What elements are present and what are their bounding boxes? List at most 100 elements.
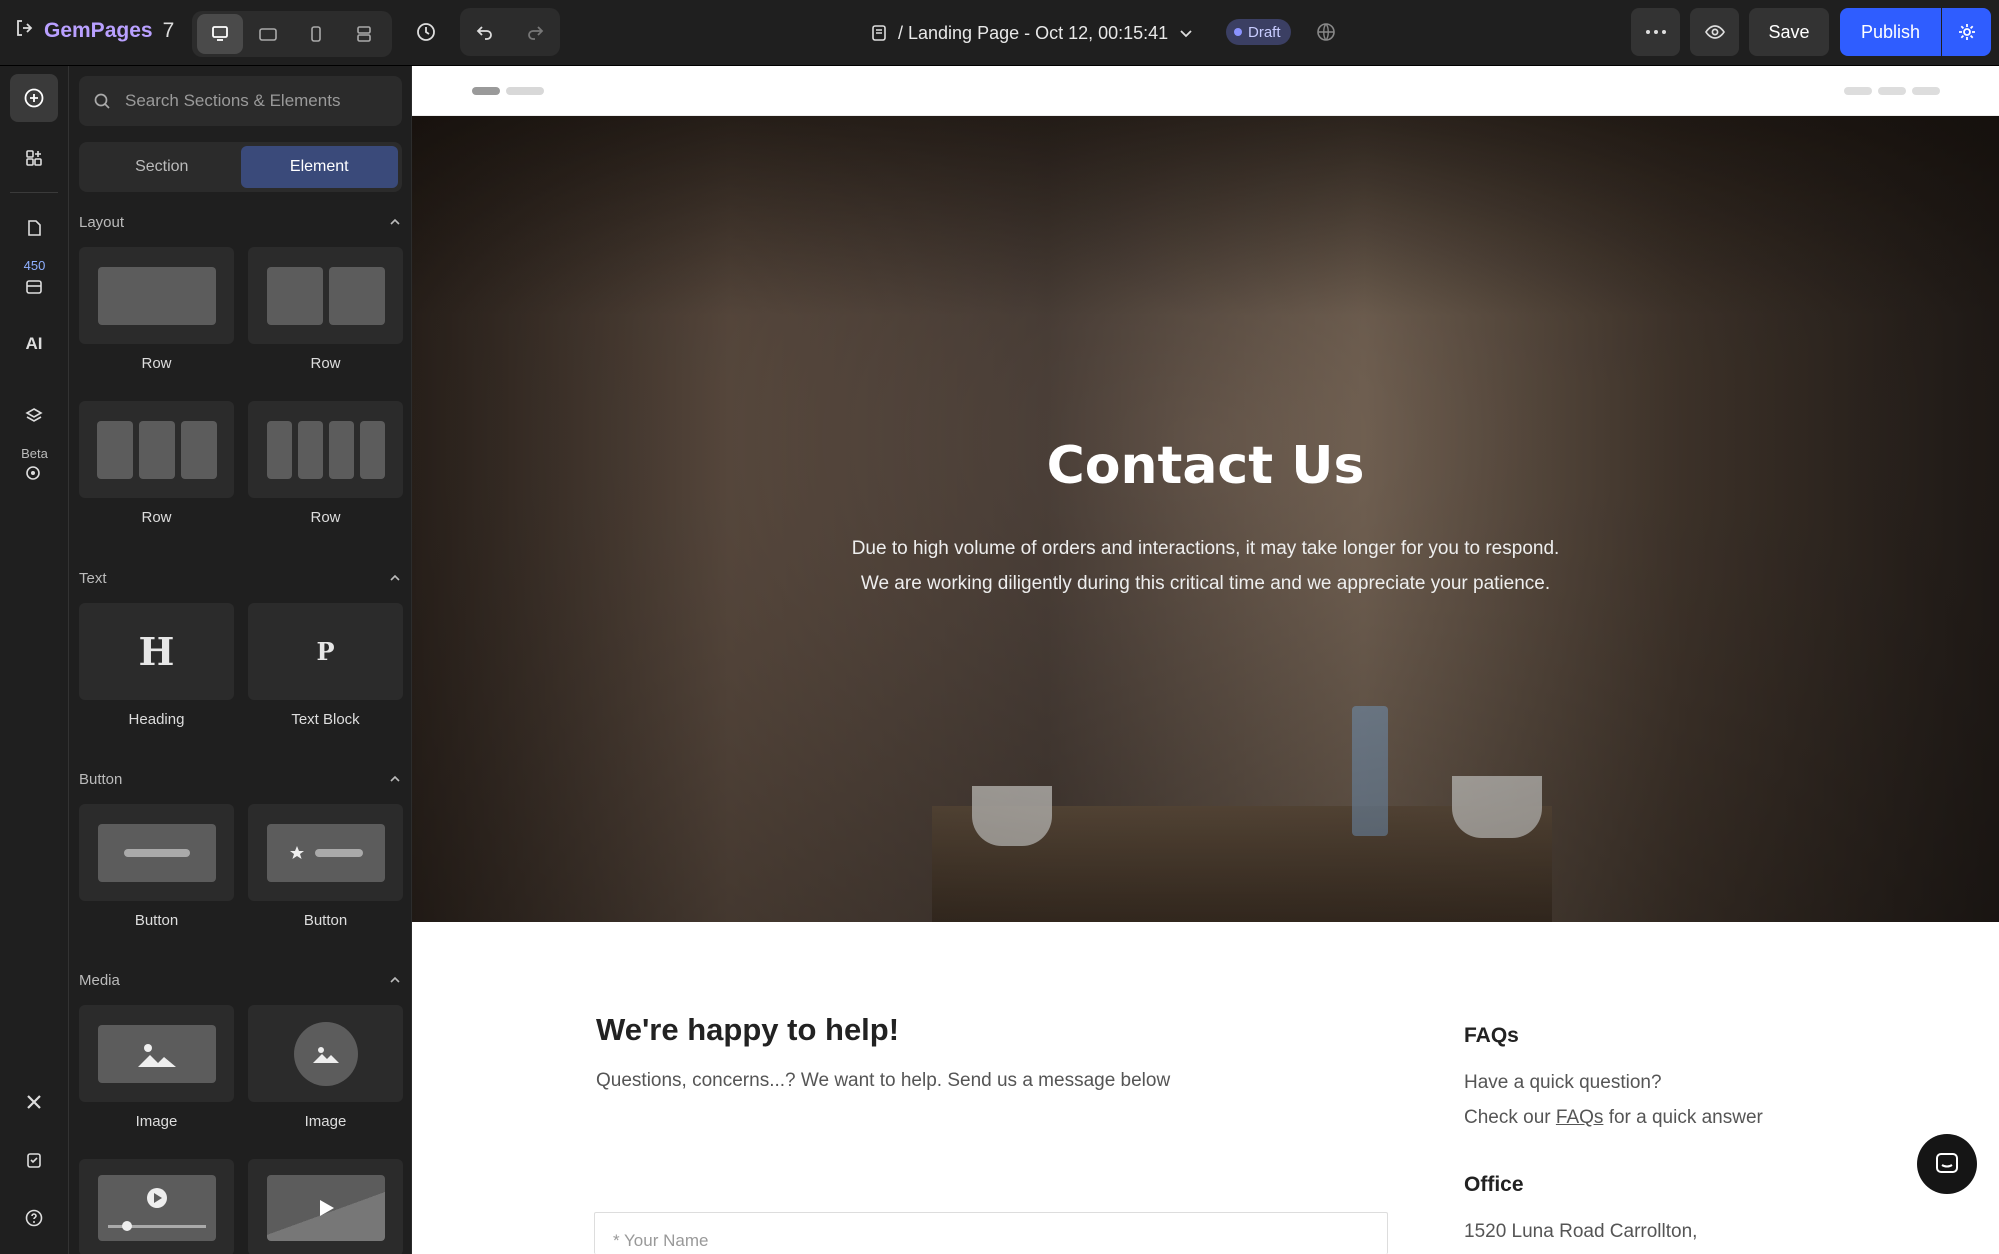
search-input[interactable]: Search Sections & Elements bbox=[125, 91, 340, 111]
nav-placeholder bbox=[1878, 87, 1906, 95]
hero-title[interactable]: Contact Us bbox=[412, 436, 1999, 496]
logo-placeholder bbox=[472, 87, 500, 95]
office-heading[interactable]: Office bbox=[1464, 1173, 1524, 1197]
element-label: Image bbox=[304, 1113, 347, 1130]
row-2col-preview-a bbox=[266, 266, 323, 325]
pages-icon[interactable] bbox=[10, 204, 58, 252]
element-label: Row bbox=[310, 355, 341, 372]
row-3col-preview-a bbox=[96, 420, 133, 479]
preview-button[interactable] bbox=[1690, 8, 1739, 56]
hero-overlay bbox=[412, 116, 1999, 922]
page-selector[interactable]: / Landing Page - Oct 12, 00:15:41 bbox=[870, 16, 1194, 50]
section-layout-icon[interactable] bbox=[341, 14, 387, 54]
element-label: Row bbox=[141, 509, 172, 526]
exit-icon[interactable] bbox=[14, 18, 34, 44]
add-element-icon[interactable] bbox=[10, 74, 58, 122]
nav-placeholder bbox=[1844, 87, 1872, 95]
element-label: Image bbox=[135, 1113, 178, 1130]
name-field[interactable]: * Your Name bbox=[594, 1212, 1388, 1254]
chat-launcher-button[interactable] bbox=[1917, 1134, 1977, 1194]
heading-element[interactable]: H bbox=[79, 603, 234, 700]
eye-icon bbox=[1704, 25, 1725, 39]
row-4col-element[interactable] bbox=[248, 401, 403, 498]
target-icon[interactable] bbox=[10, 450, 58, 498]
button-preview bbox=[97, 823, 216, 882]
image-icon bbox=[137, 1043, 176, 1067]
faq-heading[interactable]: FAQs bbox=[1464, 1024, 1519, 1048]
hero-text-line-1[interactable]: Due to high volume of orders and interac… bbox=[412, 538, 1999, 560]
category-button[interactable]: Button bbox=[79, 765, 402, 793]
row-3col-element[interactable] bbox=[79, 401, 234, 498]
publish-button[interactable]: Publish bbox=[1840, 8, 1941, 56]
mobile-device-icon[interactable] bbox=[293, 14, 339, 54]
status-badge: Draft bbox=[1226, 19, 1291, 45]
faq-link[interactable]: FAQs bbox=[1556, 1107, 1604, 1128]
page-header-placeholder[interactable] bbox=[412, 66, 1999, 116]
search-bar[interactable]: Search Sections & Elements bbox=[79, 76, 402, 126]
hero-section[interactable]: Contact Us Due to high volume of orders … bbox=[412, 116, 1999, 922]
faq-line-2: Check our FAQs for a quick answer bbox=[1464, 1107, 1763, 1129]
templates-icon[interactable] bbox=[10, 262, 58, 310]
row-3col-preview-b bbox=[138, 420, 175, 479]
paragraph-icon: P bbox=[316, 637, 335, 666]
chevron-up-icon bbox=[390, 574, 400, 581]
button-element[interactable] bbox=[79, 804, 234, 901]
category-layout[interactable]: Layout bbox=[79, 208, 402, 236]
brand[interactable]: GemPages 7 bbox=[14, 14, 174, 48]
search-icon bbox=[94, 93, 110, 109]
gear-icon bbox=[1958, 24, 1975, 40]
more-options-button[interactable] bbox=[1631, 8, 1680, 56]
redo-icon[interactable] bbox=[510, 22, 560, 42]
category-text-label: Text bbox=[79, 569, 107, 587]
hero-text-line-2[interactable]: We are working diligently during this cr… bbox=[412, 573, 1999, 595]
video-element[interactable] bbox=[79, 1159, 234, 1254]
nav-placeholder bbox=[1912, 87, 1940, 95]
star-icon bbox=[289, 845, 304, 859]
row-4col-preview-c bbox=[328, 420, 354, 479]
chevron-down-icon bbox=[1180, 30, 1192, 38]
checklist-icon[interactable] bbox=[10, 1136, 58, 1184]
video-thumbnail-element[interactable] bbox=[248, 1159, 403, 1254]
more-icon bbox=[1645, 30, 1666, 34]
tab-element[interactable]: Element bbox=[240, 146, 398, 188]
element-label: Text Block bbox=[291, 711, 360, 728]
brand-version: 7 bbox=[162, 19, 175, 42]
save-button[interactable]: Save bbox=[1749, 8, 1829, 56]
undo-icon[interactable] bbox=[460, 22, 510, 42]
element-label: Heading bbox=[128, 711, 185, 728]
image-element[interactable] bbox=[79, 1005, 234, 1102]
ai-icon[interactable]: AI bbox=[10, 320, 58, 368]
desktop-device-icon[interactable] bbox=[197, 14, 243, 54]
page-title: / Landing Page - Oct 12, 00:15:41 bbox=[898, 22, 1169, 43]
x-logo-icon[interactable] bbox=[10, 1078, 58, 1126]
tab-section[interactable]: Section bbox=[83, 146, 241, 188]
image-circle-preview bbox=[293, 1021, 358, 1086]
row-2col-element[interactable] bbox=[248, 247, 403, 344]
globe-icon[interactable] bbox=[1306, 12, 1346, 52]
publish-settings-button[interactable] bbox=[1942, 8, 1991, 56]
page-icon bbox=[872, 25, 886, 41]
element-label: Row bbox=[141, 355, 172, 372]
rail-divider bbox=[10, 192, 58, 193]
layers-icon[interactable] bbox=[10, 392, 58, 440]
icon-button-element[interactable] bbox=[248, 804, 403, 901]
top-toolbar: GemPages 7 / Landing Page - Oct 12, 00:1… bbox=[0, 0, 1999, 66]
row-2col-preview-b bbox=[328, 266, 385, 325]
office-address[interactable]: 1520 Luna Road Carrollton, bbox=[1464, 1221, 1697, 1243]
help-icon[interactable] bbox=[10, 1194, 58, 1242]
row-4col-preview-b bbox=[297, 420, 323, 479]
image-preview bbox=[97, 1024, 216, 1083]
faq-suffix: for a quick answer bbox=[1608, 1107, 1763, 1128]
category-text[interactable]: Text bbox=[79, 564, 402, 592]
chevron-up-icon bbox=[390, 775, 400, 782]
text-block-element[interactable]: P bbox=[248, 603, 403, 700]
apps-icon[interactable] bbox=[10, 134, 58, 182]
category-media[interactable]: Media bbox=[79, 966, 402, 994]
faq-line-1[interactable]: Have a quick question? bbox=[1464, 1072, 1662, 1094]
form-subheading[interactable]: Questions, concerns...? We want to help.… bbox=[596, 1070, 1170, 1092]
tablet-landscape-icon[interactable] bbox=[245, 14, 291, 54]
image-circle-element[interactable] bbox=[248, 1005, 403, 1102]
history-icon[interactable] bbox=[406, 12, 446, 52]
form-heading[interactable]: We're happy to help! bbox=[596, 1012, 899, 1048]
row-1col-element[interactable] bbox=[79, 247, 234, 344]
